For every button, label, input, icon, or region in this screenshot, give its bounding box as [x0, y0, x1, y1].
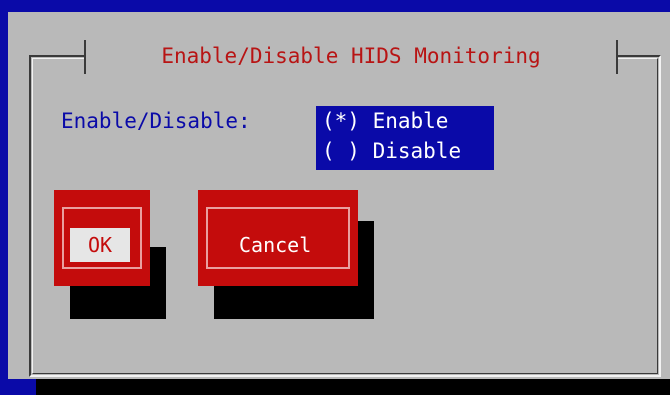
dialog-shadow — [36, 379, 670, 395]
radio-label-enable: Enable — [372, 109, 449, 133]
terminal-screen: Enable/Disable HIDS Monitoring Enable/Di… — [0, 0, 670, 395]
radio-marker-enable: (*) — [322, 109, 360, 133]
ok-button-label: OK — [88, 233, 113, 257]
radio-list: (*) Enable ( ) Disable — [316, 106, 494, 170]
dialog-window: Enable/Disable HIDS Monitoring Enable/Di… — [8, 12, 670, 379]
cancel-button-label: Cancel — [239, 233, 312, 257]
enable-disable-label: Enable/Disable: — [61, 109, 251, 133]
cancel-button[interactable]: Cancel — [198, 190, 358, 286]
radio-option-disable[interactable]: ( ) Disable — [322, 139, 461, 163]
ok-button[interactable]: OK — [54, 190, 150, 286]
radio-label-disable: Disable — [372, 139, 462, 163]
dialog-title-box: Enable/Disable HIDS Monitoring — [84, 40, 618, 74]
radio-marker-disable: ( ) — [322, 139, 360, 163]
radio-option-enable[interactable]: (*) Enable — [322, 109, 448, 133]
dialog-title: Enable/Disable HIDS Monitoring — [161, 44, 541, 68]
